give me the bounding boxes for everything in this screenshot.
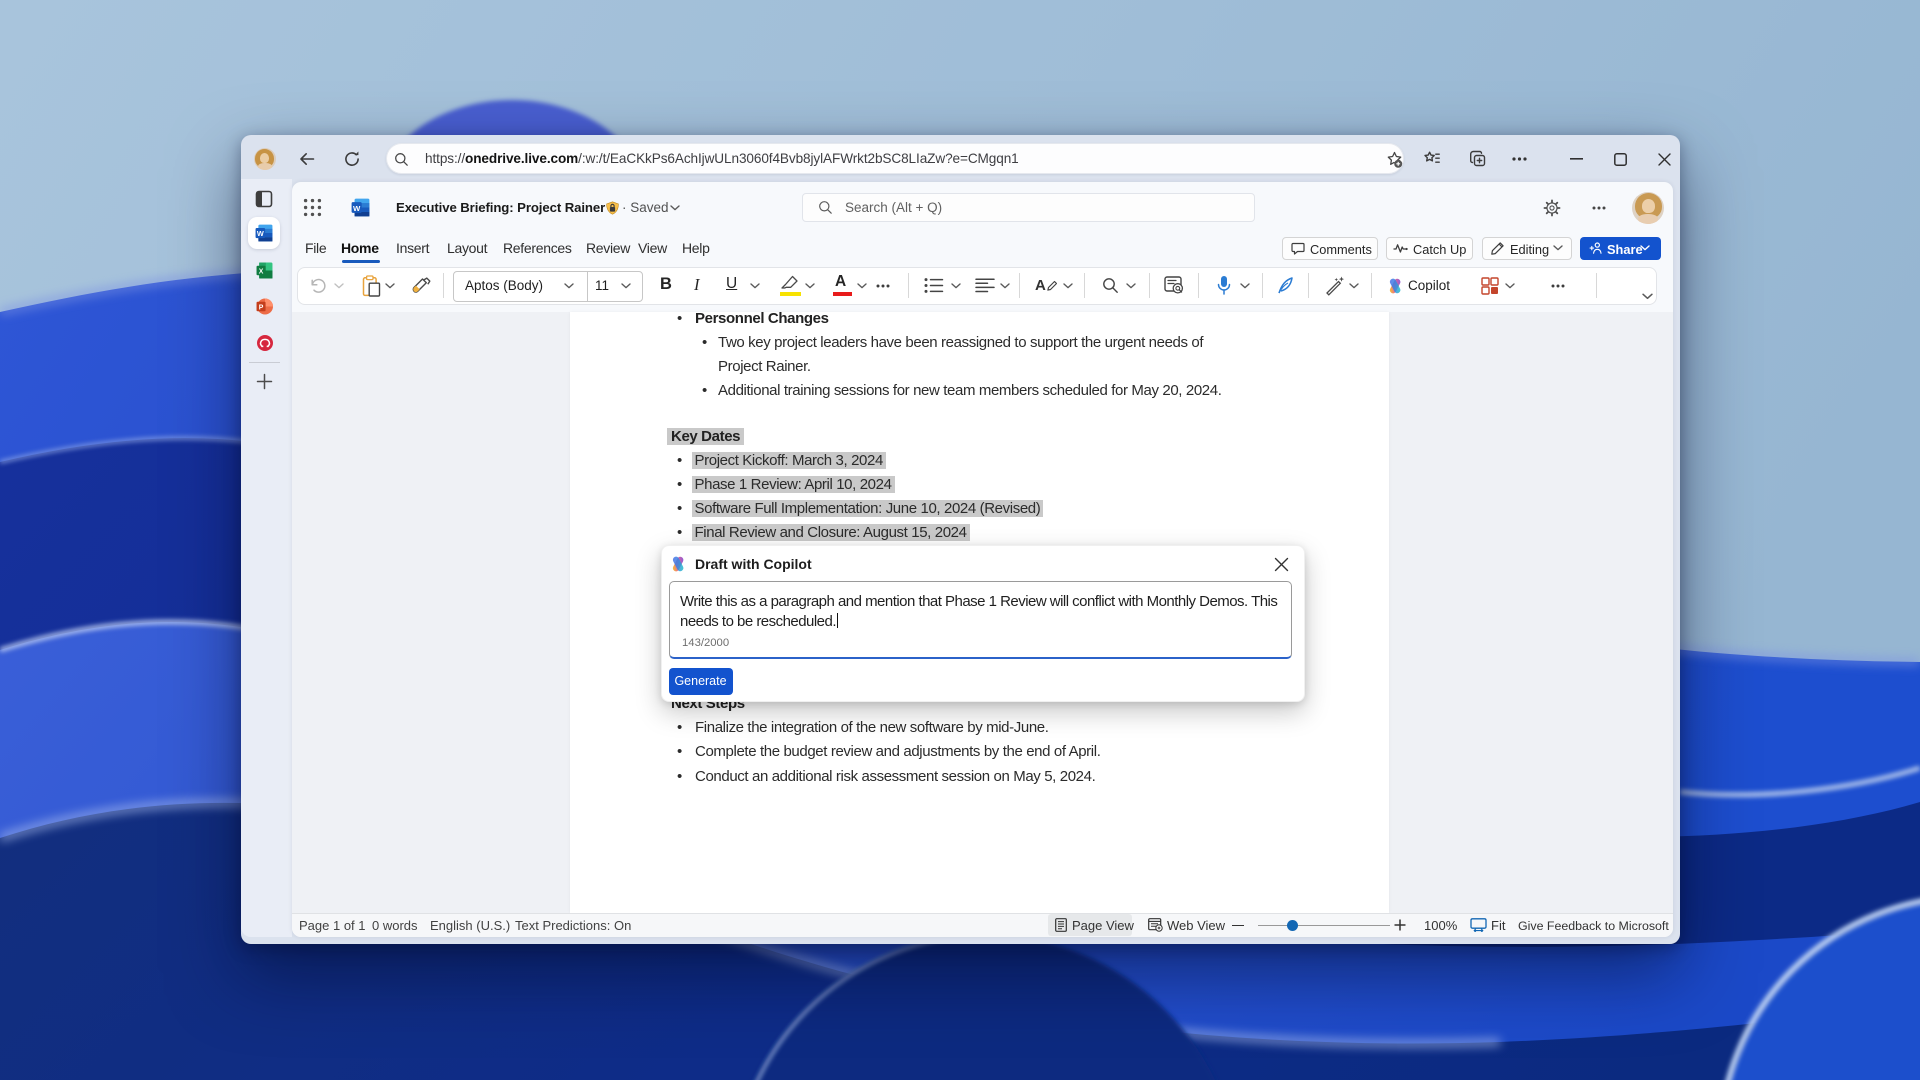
svg-text:P: P — [259, 304, 264, 311]
svg-text:W: W — [257, 229, 264, 238]
svg-text:W: W — [353, 204, 361, 213]
svg-text:A: A — [1035, 277, 1046, 294]
svg-text:X: X — [259, 268, 264, 275]
